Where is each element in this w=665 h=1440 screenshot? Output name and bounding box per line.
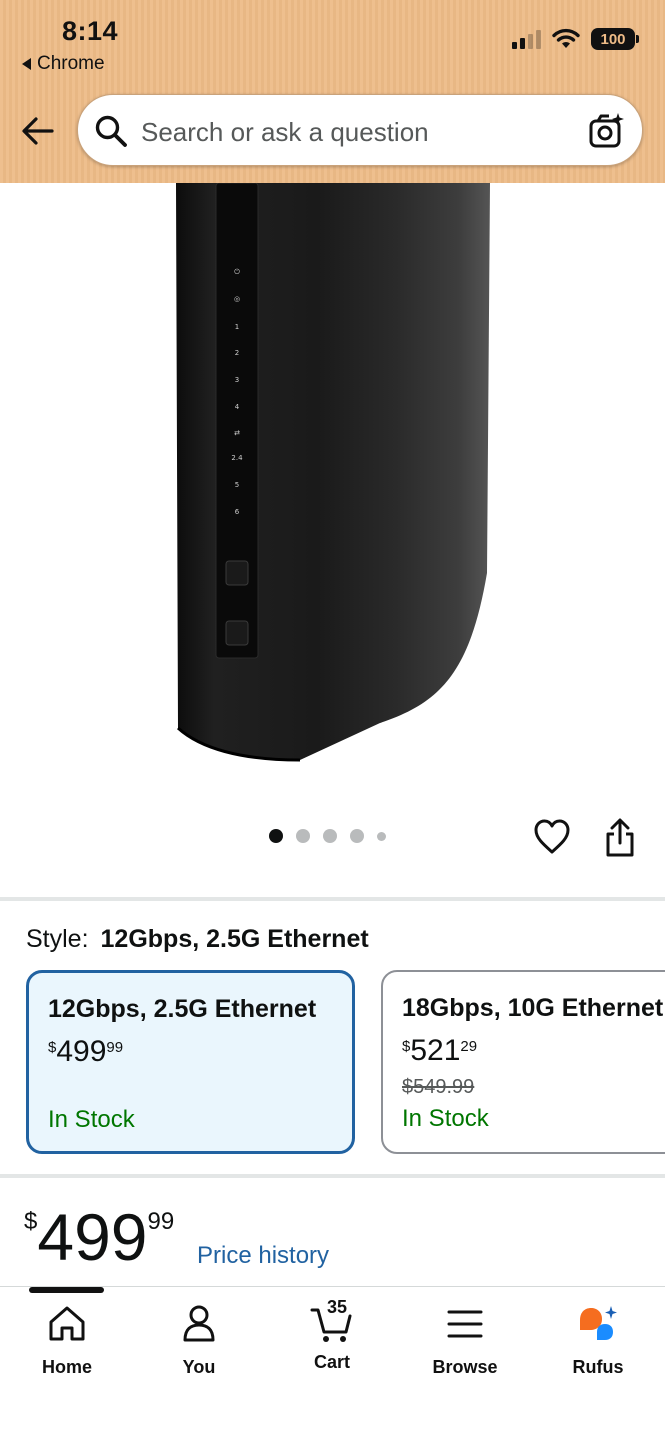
svg-text:⏻: ⏻ bbox=[234, 268, 240, 276]
product-image-router[interactable]: ⏻ ◎ 1 2 3 4 ⇄ 2.4 5 6 bbox=[0, 183, 665, 803]
style-option-price: $52129 bbox=[402, 1034, 478, 1067]
back-to-app-link[interactable]: Chrome bbox=[22, 53, 105, 75]
back-arrow-icon[interactable] bbox=[20, 113, 56, 149]
camera-search-icon[interactable] bbox=[588, 112, 626, 150]
svg-text:3: 3 bbox=[235, 376, 239, 384]
search-bar[interactable]: Search or ask a question bbox=[77, 94, 643, 166]
tab-label: Browse bbox=[432, 1357, 498, 1377]
status-icons: 100 bbox=[512, 28, 639, 50]
active-tab-indicator bbox=[29, 1287, 104, 1293]
section-divider bbox=[0, 897, 665, 901]
price-history-link[interactable]: Price history bbox=[197, 1242, 329, 1270]
list-price-strikethrough: $549.99 bbox=[402, 1076, 475, 1098]
product-price: $49999 bbox=[24, 1200, 175, 1274]
stock-status: In Stock bbox=[402, 1105, 489, 1132]
search-icon bbox=[95, 115, 127, 147]
tab-label: Home bbox=[41, 1357, 92, 1377]
back-triangle-icon bbox=[22, 58, 31, 70]
svg-text:◎: ◎ bbox=[234, 295, 240, 303]
tab-home[interactable]: Home bbox=[7, 1302, 127, 1378]
pagination-dot[interactable] bbox=[377, 831, 386, 841]
back-app-label: Chrome bbox=[37, 53, 105, 74]
svg-text:⇄: ⇄ bbox=[234, 429, 240, 437]
style-option-price: $49999 bbox=[48, 1035, 124, 1068]
tab-browse[interactable]: Browse bbox=[405, 1302, 525, 1378]
style-option-card-selected[interactable]: 12Gbps, 2.5G Ethernet $49999 In Stock bbox=[26, 970, 355, 1154]
svg-text:4: 4 bbox=[235, 403, 240, 411]
tab-label: You bbox=[182, 1357, 216, 1377]
person-icon bbox=[183, 1305, 215, 1342]
tab-label: Rufus bbox=[572, 1357, 624, 1377]
share-icon[interactable] bbox=[603, 818, 637, 858]
image-pagination[interactable] bbox=[269, 829, 386, 843]
svg-text:2: 2 bbox=[235, 349, 239, 357]
tab-you[interactable]: You bbox=[139, 1302, 259, 1378]
search-placeholder: Search or ask a question bbox=[141, 117, 429, 147]
svg-text:6: 6 bbox=[235, 508, 240, 516]
cart-icon-wrapper: 35 bbox=[310, 1297, 354, 1346]
rufus-icon bbox=[580, 1306, 617, 1340]
section-divider bbox=[0, 1174, 665, 1178]
app-header: 8:14 Chrome 100 Search or ask a question bbox=[0, 0, 665, 183]
pagination-dot[interactable] bbox=[296, 829, 310, 843]
pagination-dot[interactable] bbox=[323, 829, 337, 843]
style-option-title: 12Gbps, 2.5G Ethernet bbox=[48, 995, 317, 1023]
tab-rufus[interactable]: Rufus bbox=[538, 1302, 658, 1378]
battery-indicator: 100 bbox=[591, 28, 639, 50]
pagination-dot[interactable] bbox=[350, 829, 364, 843]
wifi-icon bbox=[552, 28, 580, 48]
stock-status: In Stock bbox=[48, 1106, 135, 1133]
heart-icon[interactable] bbox=[533, 818, 571, 856]
tab-cart[interactable]: 35 Cart bbox=[272, 1297, 392, 1373]
svg-text:2.4: 2.4 bbox=[231, 454, 243, 462]
svg-text:1: 1 bbox=[235, 323, 239, 331]
home-icon bbox=[49, 1306, 85, 1341]
style-option-title: 18Gbps, 10G Ethernet bbox=[402, 994, 664, 1022]
menu-icon bbox=[447, 1310, 483, 1338]
cart-count-badge: 35 bbox=[327, 1297, 348, 1317]
cellular-signal-icon bbox=[512, 29, 541, 49]
style-selection-label: Style: 12Gbps, 2.5G Ethernet bbox=[26, 925, 369, 954]
svg-text:5: 5 bbox=[235, 481, 239, 489]
style-selected-value: 12Gbps, 2.5G Ethernet bbox=[100, 925, 369, 953]
status-time: 8:14 bbox=[62, 16, 119, 46]
style-option-card[interactable]: 18Gbps, 10G Ethernet $52129 $549.99 In S… bbox=[381, 970, 665, 1154]
pagination-dot-active[interactable] bbox=[269, 829, 283, 843]
tab-label: Cart bbox=[313, 1352, 350, 1372]
style-label: Style: bbox=[26, 925, 89, 953]
